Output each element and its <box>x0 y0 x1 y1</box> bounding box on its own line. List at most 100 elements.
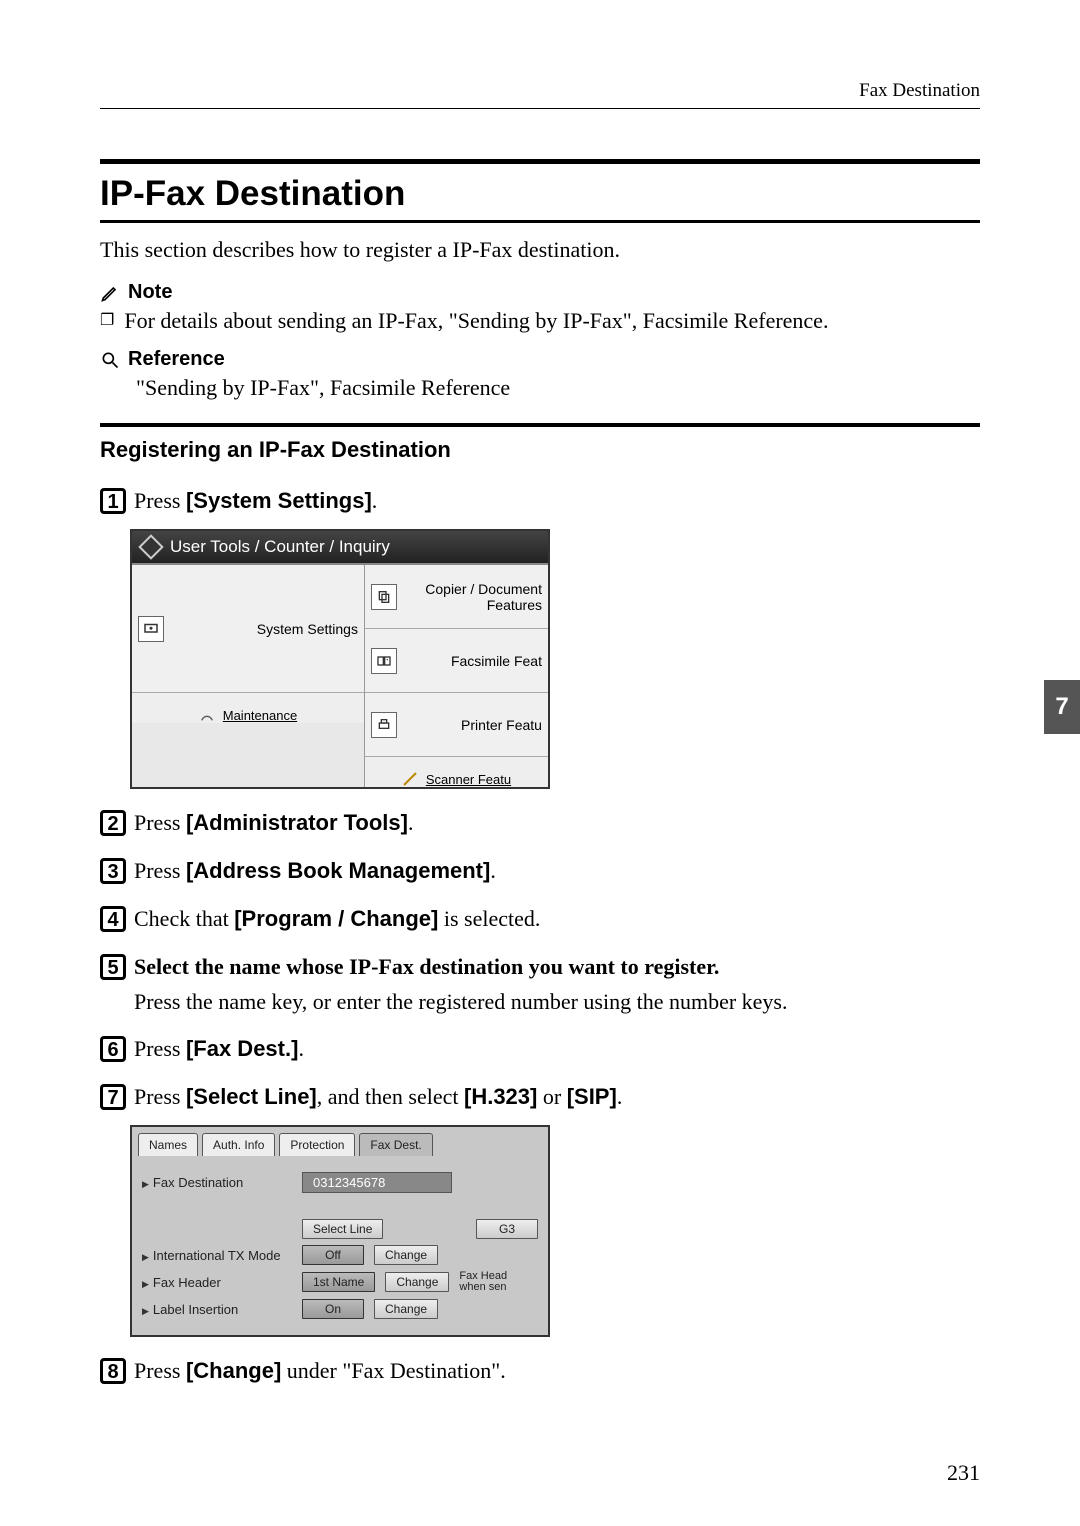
fax-header-label: Fax Header <box>142 1275 292 1290</box>
step-3: 3 Press [Address Book Management]. <box>100 857 980 885</box>
bullet-icon: ❐ <box>100 308 114 334</box>
step-1-bold: [System Settings] <box>186 488 372 513</box>
system-settings-button[interactable]: System Settings <box>132 565 364 693</box>
step-6: 6 Press [Fax Dest.]. <box>100 1035 980 1063</box>
printer-icon <box>371 712 397 738</box>
fax-header-change-button[interactable]: Change <box>385 1272 449 1292</box>
intl-off-button[interactable]: Off <box>302 1245 364 1265</box>
step-number-icon: 4 <box>100 906 126 932</box>
tab-names[interactable]: Names <box>138 1133 198 1156</box>
fax-icon <box>371 648 397 674</box>
step-2: 2 Press [Administrator Tools]. <box>100 809 980 837</box>
step-number-icon: 1 <box>100 488 126 514</box>
scanner-features-button[interactable]: Scanner Featu <box>365 757 548 787</box>
system-settings-label: System Settings <box>174 621 358 637</box>
step-number-icon: 8 <box>100 1358 126 1384</box>
step-7-b3: [SIP] <box>567 1084 617 1109</box>
screenshot-user-tools: User Tools / Counter / Inquiry System Se… <box>130 529 550 789</box>
step-8-post: under "Fax Destination". <box>281 1358 505 1383</box>
fax-header-side-text: Fax Head when sen <box>459 1271 515 1293</box>
fax-header-firstname-button[interactable]: 1st Name <box>302 1272 375 1292</box>
tab-auth-info[interactable]: Auth. Info <box>202 1133 275 1156</box>
step-8-bold: [Change] <box>186 1358 281 1383</box>
step-7-pre: Press <box>134 1084 186 1109</box>
reference-text: "Sending by IP-Fax", Facsimile Reference <box>136 375 980 401</box>
printer-features-button[interactable]: Printer Featu <box>365 693 548 757</box>
step-8-pre: Press <box>134 1358 186 1383</box>
screenshot-fax-dest: Names Auth. Info Protection Fax Dest. Fa… <box>130 1125 550 1337</box>
rule-top <box>100 159 980 164</box>
note-label: Note <box>128 281 172 304</box>
step-7-mid2: or <box>537 1084 566 1109</box>
step-5-subtext: Press the name key, or enter the registe… <box>134 989 980 1015</box>
copier-icon <box>371 584 397 610</box>
step-5: 5 Select the name whose IP-Fax destinati… <box>100 953 980 981</box>
maintenance-icon <box>199 707 215 723</box>
step-number-icon: 6 <box>100 1036 126 1062</box>
step-6-bold: [Fax Dest.] <box>186 1036 298 1061</box>
intl-change-button[interactable]: Change <box>374 1245 438 1265</box>
g3-button[interactable]: G3 <box>476 1219 538 1239</box>
step-2-bold: [Administrator Tools] <box>186 810 408 835</box>
step-7-b2: [H.323] <box>464 1084 537 1109</box>
step-7-post: . <box>617 1084 623 1109</box>
diamond-icon <box>138 534 163 559</box>
copier-features-button[interactable]: Copier / Document Features <box>365 565 548 629</box>
step-7-b1: [Select Line] <box>186 1084 317 1109</box>
step-1: 1 Press [System Settings]. <box>100 487 980 515</box>
running-header: Fax Destination <box>100 80 980 108</box>
note-text: For details about sending an IP-Fax, "Se… <box>124 308 828 334</box>
step-4-pre: Check that <box>134 906 234 931</box>
facsimile-label: Facsimile Feat <box>407 653 542 669</box>
step-1-pre: Press <box>134 488 186 513</box>
reference-label: Reference <box>128 348 225 371</box>
pencil-icon <box>100 283 120 303</box>
page-title: IP-Fax Destination <box>100 174 980 214</box>
step-7-mid: , and then select <box>317 1084 464 1109</box>
fax-destination-label: Fax Destination <box>142 1175 292 1190</box>
copier-label: Copier / Document Features <box>407 581 542 613</box>
step-4: 4 Check that [Program / Change] is selec… <box>100 905 980 933</box>
tab-protection[interactable]: Protection <box>279 1133 355 1156</box>
page-number: 231 <box>947 1460 980 1486</box>
printer-label: Printer Featu <box>407 717 542 733</box>
maintenance-button[interactable]: Maintenance <box>132 693 364 723</box>
step-number-icon: 5 <box>100 954 126 980</box>
step-8: 8 Press [Change] under "Fax Destination"… <box>100 1357 980 1385</box>
intl-tx-mode-label: International TX Mode <box>142 1248 292 1263</box>
step-6-pre: Press <box>134 1036 186 1061</box>
label-insertion-label: Label Insertion <box>142 1302 292 1317</box>
label-insertion-on-button[interactable]: On <box>302 1299 364 1319</box>
step-4-bold: [Program / Change] <box>234 906 438 931</box>
step-3-pre: Press <box>134 858 186 883</box>
step-5-line: Select the name whose IP-Fax destination… <box>134 954 719 979</box>
rule-subheading <box>100 423 980 427</box>
step-number-icon: 7 <box>100 1084 126 1110</box>
step-number-icon: 2 <box>100 810 126 836</box>
screenshot1-title-text: User Tools / Counter / Inquiry <box>170 537 390 557</box>
step-number-icon: 3 <box>100 858 126 884</box>
maintenance-label: Maintenance <box>223 708 297 723</box>
step-7: 7 Press [Select Line], and then select [… <box>100 1083 980 1111</box>
step-2-post: . <box>408 810 414 835</box>
step-1-post: . <box>372 488 378 513</box>
step-3-bold: [Address Book Management] <box>186 858 490 883</box>
step-2-pre: Press <box>134 810 186 835</box>
select-line-button[interactable]: Select Line <box>302 1219 383 1239</box>
intro-text: This section describes how to register a… <box>100 237 980 263</box>
label-insertion-change-button[interactable]: Change <box>374 1299 438 1319</box>
step-4-post: is selected. <box>438 906 540 931</box>
magnifier-icon <box>100 350 120 370</box>
system-settings-icon <box>138 616 164 642</box>
screenshot1-titlebar: User Tools / Counter / Inquiry <box>132 531 548 563</box>
scanner-icon <box>402 771 418 787</box>
step-6-post: . <box>298 1036 304 1061</box>
scanner-label: Scanner Featu <box>426 772 511 787</box>
fax-destination-value: 0312345678 <box>302 1172 452 1193</box>
tab-fax-dest[interactable]: Fax Dest. <box>359 1133 432 1156</box>
facsimile-features-button[interactable]: Facsimile Feat <box>365 629 548 693</box>
step-3-post: . <box>490 858 496 883</box>
rule-under-title <box>100 220 980 223</box>
subheading: Registering an IP-Fax Destination <box>100 437 980 463</box>
chapter-tab: 7 <box>1044 680 1080 734</box>
